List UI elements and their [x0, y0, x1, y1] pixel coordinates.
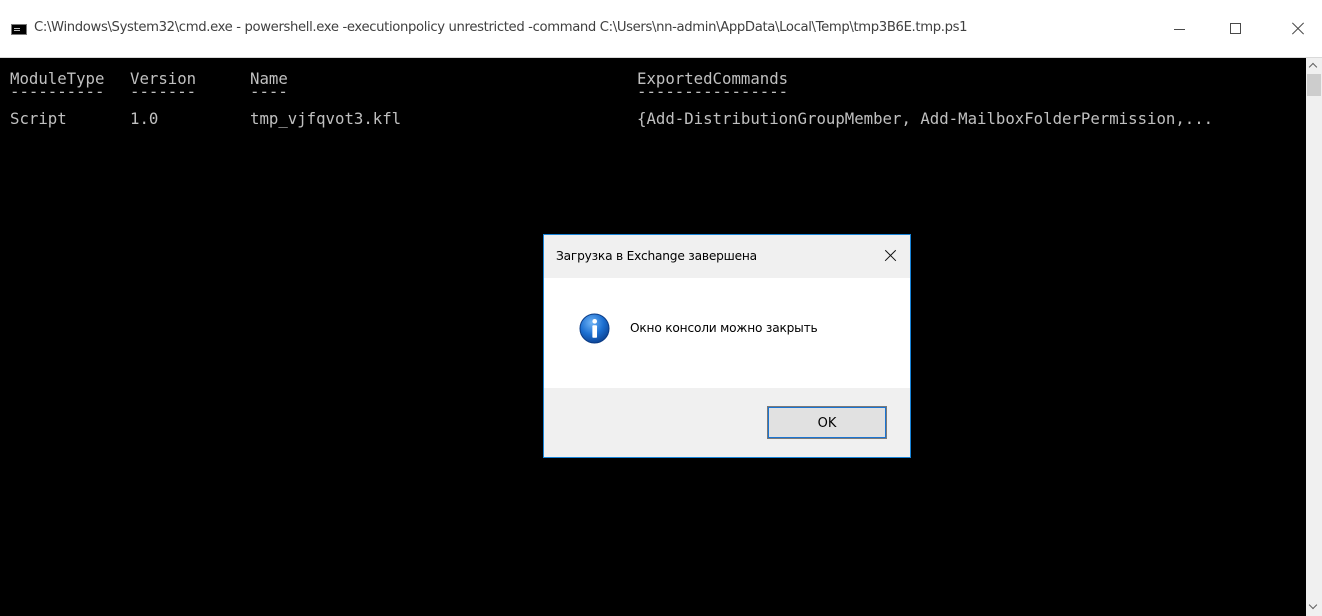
row-exportedcommands: {Add-DistributionGroupMember, Add-Mailbo…	[637, 109, 1214, 128]
dialog-close-button[interactable]	[876, 243, 906, 271]
maximize-button[interactable]	[1213, 0, 1259, 58]
row-version: 1.0	[130, 109, 159, 128]
header-separator: ----------	[10, 82, 105, 101]
title-bar[interactable]: C:\Windows\System32\cmd.exe - powershell…	[0, 0, 1322, 58]
console-icon[interactable]	[11, 24, 27, 35]
info-icon	[579, 313, 610, 344]
scroll-thumb[interactable]	[1307, 74, 1321, 96]
close-button[interactable]	[1274, 0, 1320, 58]
dialog-body: Окно консоли можно закрыть	[544, 278, 910, 388]
window-title: C:\Windows\System32\cmd.exe - powershell…	[34, 20, 968, 35]
vertical-scrollbar[interactable]	[1306, 58, 1322, 616]
scroll-up-arrow-icon[interactable]	[1306, 58, 1322, 74]
ok-button-label: OK	[817, 416, 837, 431]
dialog-message: Окно консоли можно закрыть	[630, 321, 818, 335]
row-name: tmp_vjfqvot3.kfl	[250, 109, 402, 128]
dialog-title: Загрузка в Exchange завершена	[556, 249, 757, 263]
scroll-down-arrow-icon[interactable]	[1306, 600, 1322, 616]
header-separator: ----------------	[637, 82, 789, 101]
message-dialog: Загрузка в Exchange завершена Окно консо…	[543, 234, 911, 458]
header-separator: -------	[130, 82, 197, 101]
ok-button[interactable]: OK	[767, 406, 887, 439]
minimize-button[interactable]	[1157, 0, 1203, 58]
header-separator: ----	[250, 82, 288, 101]
row-moduletype: Script	[10, 109, 67, 128]
